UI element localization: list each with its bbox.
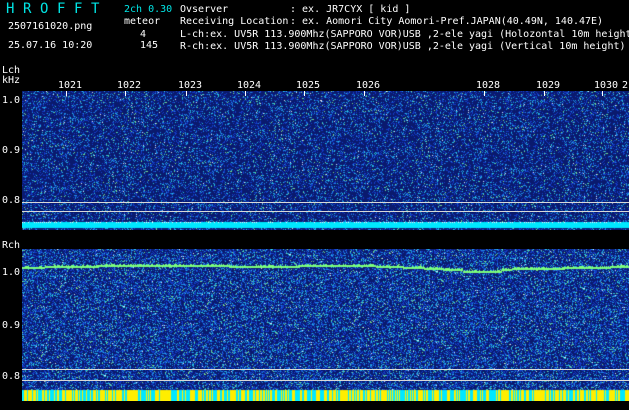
- count-lch: 4: [140, 29, 147, 40]
- time-tick-mark: [66, 91, 67, 96]
- rch-y-label-1-0: 1.0: [2, 267, 21, 278]
- location-value: : ex. Aomori City Aomori-Pref.JAPAN(40.4…: [290, 16, 604, 27]
- time-tick: 1021: [58, 80, 83, 91]
- lch-reference-line: [22, 202, 629, 203]
- count-rch: 145: [140, 40, 159, 51]
- time-tick: 1030: [594, 80, 619, 91]
- time-tick: 1025: [296, 80, 321, 91]
- lch-y-label-1-0: 1.0: [2, 95, 21, 106]
- observer-value: : ex. JR7CYX [ kid ]: [290, 4, 411, 15]
- rch-spectrogram: [22, 249, 629, 401]
- time-tick: 1026: [356, 80, 381, 91]
- time-tick: 1024: [237, 80, 262, 91]
- title-letter: F: [74, 1, 84, 17]
- lch-reference-line: [22, 211, 629, 212]
- title-letter: O: [40, 1, 50, 17]
- title-letter: F: [57, 1, 67, 17]
- file-name: 2507161020.png: [8, 21, 93, 32]
- time-tick: 1023: [178, 80, 203, 91]
- rch-description: R-ch:ex. UV5R 113.900Mhz(SAPPORO VOR)USB…: [180, 41, 626, 52]
- lch-y-label-0-9: 0.9: [2, 145, 21, 156]
- time-tick-mark: [602, 91, 603, 96]
- time-tick: 1022: [117, 80, 142, 91]
- time-tick-mark: [304, 91, 305, 96]
- lch-y-label-0-8: 0.8: [2, 195, 21, 206]
- datetime: 25.07.16 10:20: [8, 40, 93, 51]
- title-letter: H: [6, 1, 16, 17]
- location-label: Receiving Location: [180, 16, 289, 27]
- app-title: HROFFT: [6, 1, 108, 17]
- rch-label: Rch: [2, 240, 21, 251]
- rch-reference-line: [22, 369, 629, 370]
- title-letter: R: [23, 1, 33, 17]
- time-tick-mark: [484, 91, 485, 96]
- time-tick: 1029: [536, 80, 561, 91]
- khz-label: kHz: [2, 75, 21, 86]
- app-version: 2ch 0.30: [124, 4, 173, 15]
- lch-spectrogram: [22, 91, 629, 230]
- time-tick: 2: [622, 80, 629, 91]
- time-tick-mark: [245, 91, 246, 96]
- meteor-label: meteor: [124, 16, 161, 27]
- rch-y-label-0-8: 0.8: [2, 371, 21, 382]
- time-tick-mark: [186, 91, 187, 96]
- title-letter: T: [91, 1, 101, 17]
- lch-description: L-ch:ex. UV5R 113.900Mhz(SAPPORO VOR)USB…: [180, 29, 629, 40]
- time-tick-mark: [125, 91, 126, 96]
- observer-label: Ovserver: [180, 4, 229, 15]
- time-tick-mark: [544, 91, 545, 96]
- time-tick-mark: [364, 91, 365, 96]
- rch-reference-line: [22, 380, 629, 381]
- rch-y-label-0-9: 0.9: [2, 320, 21, 331]
- time-tick: 1028: [476, 80, 501, 91]
